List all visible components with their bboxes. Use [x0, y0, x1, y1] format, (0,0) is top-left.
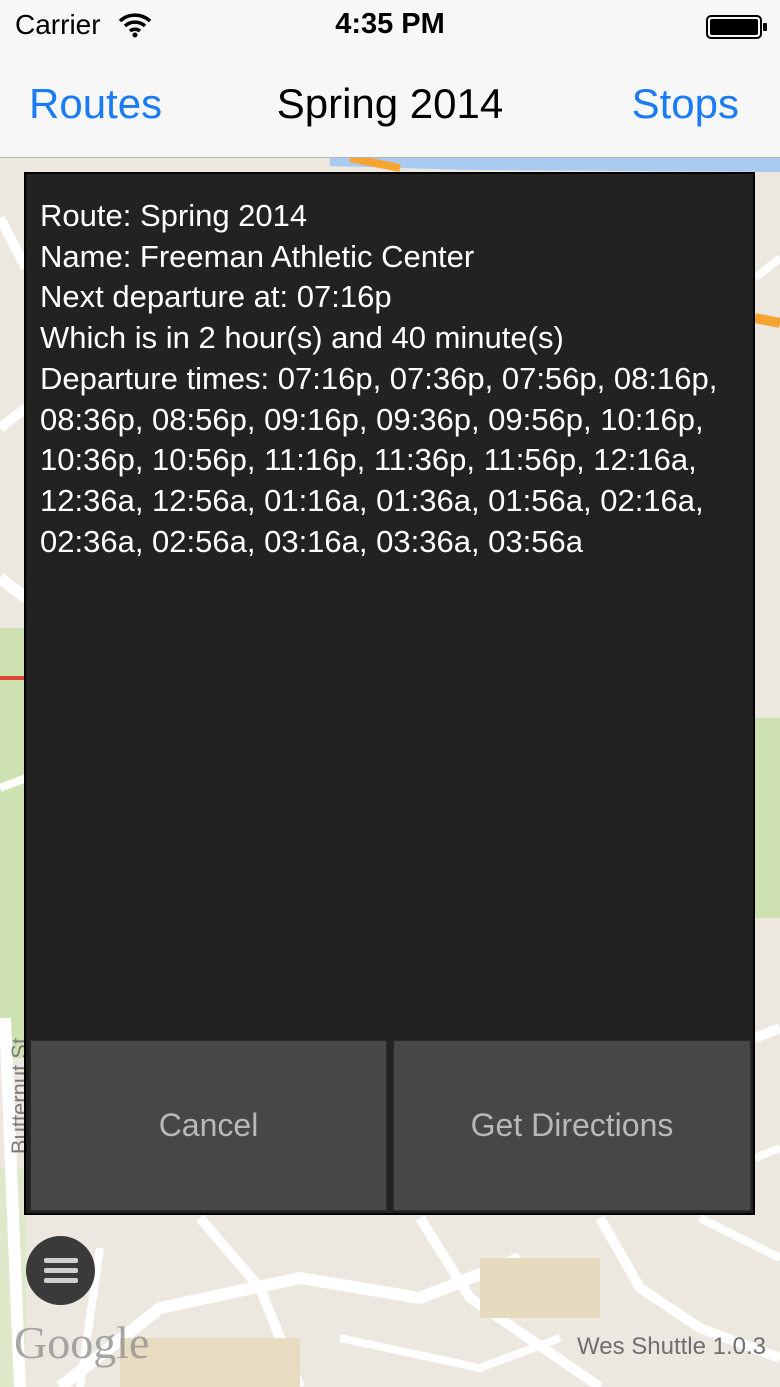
get-directions-button[interactable]: Get Directions [393, 1040, 751, 1211]
departure-times-line: Departure times: 07:16p, 07:36p, 07:56p,… [40, 360, 718, 559]
next-departure-line: Next departure at: 07:16p [40, 279, 392, 315]
google-attribution: Google [14, 1317, 150, 1368]
menu-bar-bottom [44, 1278, 78, 1283]
stops-button[interactable]: Stops [632, 80, 739, 128]
status-time: 4:35 PM [335, 8, 445, 40]
navigation-bar: Routes Spring 2014 Stops [0, 52, 780, 158]
battery-full-icon [706, 15, 767, 39]
route-info-text: Route: Spring 2014 Name: Freeman Athleti… [40, 196, 730, 562]
menu-bar-top [44, 1258, 78, 1263]
route-info-dialog: Route: Spring 2014 Name: Freeman Athleti… [24, 172, 755, 1215]
cancel-button[interactable]: Cancel [30, 1040, 387, 1211]
dialog-button-row: Cancel Get Directions [30, 1040, 751, 1212]
menu-icon[interactable] [26, 1236, 95, 1305]
app-version-label: Wes Shuttle 1.0.3 [577, 1333, 766, 1360]
time-until-line: Which is in 2 hour(s) and 40 minute(s) [40, 320, 564, 356]
route-line: Route: Spring 2014 [40, 198, 308, 233]
menu-bar-middle [44, 1268, 78, 1273]
status-bar: Carrier 4:35 PM [0, 0, 780, 52]
stop-name-line: Name: Freeman Athletic Center [40, 238, 475, 274]
app-screen: Butternut St Carrier 4:35 PM Routes Spri… [0, 0, 780, 1387]
